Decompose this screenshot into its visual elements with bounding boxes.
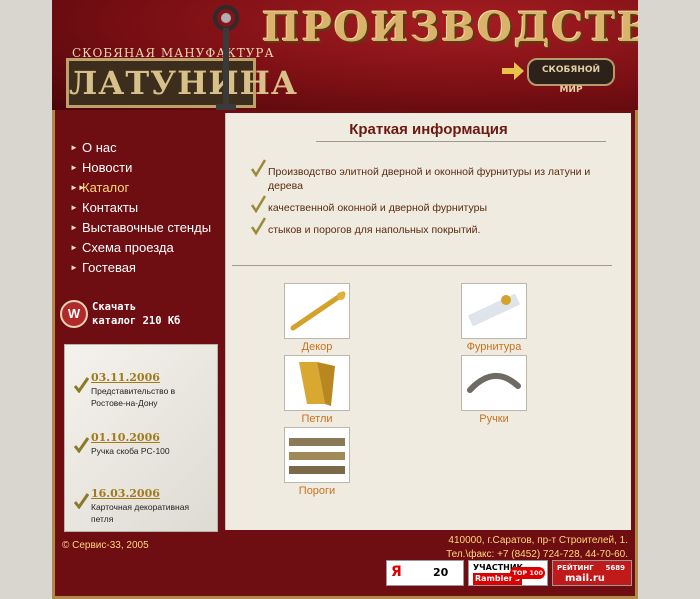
nav-item-label: Схема проезда [82, 240, 174, 255]
mailru-brand: mail.ru [565, 573, 605, 584]
nav-item-guestbook[interactable]: ► Гостевая [66, 258, 216, 278]
site-header: ПРОИЗВОДСТВО СКОБЯНАЯ МАНУФАКТУРА ЛАТУНИ… [52, 0, 638, 110]
mailru-counter[interactable]: РЕЙТИНГ 5689 mail.ru [552, 560, 632, 586]
bullet-icon: ► [70, 223, 78, 232]
yandex-logo-icon: Я [391, 564, 402, 580]
category-link-thresholds[interactable]: Пороги [267, 485, 367, 497]
key-icon [213, 5, 239, 110]
main-nav: ► О нас ► Новости ►► Каталог ► Контакты ► Выс… [66, 138, 216, 278]
nav-item-news[interactable]: ► Новости [66, 158, 216, 178]
news-panel: 03.11.2006 Представительство в Ростове-н… [64, 344, 218, 532]
furnitura-thumbnail[interactable] [461, 283, 527, 339]
bullet-icon: ► [70, 143, 78, 152]
hinge-icon [299, 362, 335, 406]
checkmark-icon [73, 377, 89, 393]
bullet-icon: ► [70, 203, 78, 212]
bullet-icon: ► [70, 163, 78, 172]
nav-item-label: Контакты [82, 200, 139, 215]
furnitura-handle-icon [467, 293, 521, 327]
nav-item-label: Выставочные стенды [82, 220, 212, 235]
info-item: Производство элитной дверной и оконной ф… [250, 159, 612, 193]
decor-thumbnail[interactable] [284, 283, 350, 339]
info-list: Производство элитной дверной и оконной ф… [250, 159, 612, 245]
nav-item-catalog[interactable]: ►► Каталог [66, 178, 216, 198]
download-text: Скачать каталог 210 Кб [92, 300, 181, 328]
category-link-furnitura[interactable]: Фурнитура [444, 341, 544, 353]
address: 410000, г.Саратов, пр-т Строителей, 1. [448, 535, 628, 546]
checkmark-icon [250, 195, 266, 213]
checkmark-icon [250, 159, 266, 177]
nav-item-label: Каталог [82, 180, 130, 195]
rambler-counter[interactable]: УЧАСТНИК Rambler's TOP 100 [468, 560, 548, 586]
decor-handle-icon [290, 291, 346, 331]
handles-thumbnail[interactable] [461, 355, 527, 411]
category-link-hinges[interactable]: Петли [267, 413, 367, 425]
news-desc: Ручка скоба РС-100 [91, 446, 170, 456]
info-item: стыков и порогов для напольных покрытий. [250, 217, 612, 237]
news-item: 01.10.2006 Ручка скоба РС-100 [73, 431, 213, 481]
nav-item-label: Гостевая [82, 260, 136, 275]
news-desc: Представительство в Ростове-на-Дону [91, 386, 176, 408]
download-line2: каталог 210 Кб [92, 315, 181, 327]
nav-item-directions[interactable]: ► Схема проезда [66, 238, 216, 258]
divider [232, 265, 612, 266]
yandex-counter[interactable]: Я 20 [386, 560, 464, 586]
news-date-link[interactable]: 03.11.2006 [91, 371, 160, 384]
info-text: стыков и порогов для напольных покрытий. [268, 224, 481, 236]
bullet-icon: ► [70, 263, 78, 272]
contact-info: 410000, г.Саратов, пр-т Строителей, 1. Т… [446, 534, 628, 562]
nav-item-label: О нас [82, 140, 117, 155]
checkmark-icon [73, 493, 89, 509]
bullet-icon: ► [70, 243, 78, 252]
content-heading: Краткая информация [349, 121, 508, 138]
nav-item-contacts[interactable]: ► Контакты [66, 198, 216, 218]
copyright: © Сервис-33, 2005 [62, 540, 149, 551]
rambler-top: TOP 100 [510, 567, 545, 579]
news-date-link[interactable]: 16.03.2006 [91, 487, 160, 500]
checkmark-icon [250, 217, 266, 235]
news-item: 03.11.2006 Представительство в Ростове-н… [73, 371, 213, 421]
news-desc: Карточная декоративная петля [91, 502, 190, 524]
nav-item-label: Новости [82, 160, 133, 175]
info-text: качественной оконной и дверной фурнитуры [268, 202, 488, 214]
divider [316, 141, 606, 142]
skobyanoy-mir-badge[interactable]: СКОБЯНОЙ МИР [527, 58, 615, 95]
threshold-strip-icon [289, 438, 345, 474]
nav-item-about[interactable]: ► О нас [66, 138, 216, 158]
news-item: 16.03.2006 Карточная декоративная петля [73, 487, 213, 527]
catalog-download-icon: W [60, 300, 88, 328]
news-date-link[interactable]: 01.10.2006 [91, 431, 160, 444]
download-line1: Скачать [92, 301, 137, 313]
hinges-thumbnail[interactable] [284, 355, 350, 411]
thresholds-thumbnail[interactable] [284, 427, 350, 483]
yandex-count: 20 [433, 566, 449, 579]
mailru-num: 5689 [605, 564, 625, 572]
pull-handle-icon [467, 373, 521, 393]
header-title: ПРОИЗВОДСТВО [262, 4, 638, 51]
category-link-decor[interactable]: Декор [267, 341, 367, 353]
info-text: Производство элитной дверной и оконной ф… [268, 166, 591, 192]
bullet-icon: ►► [70, 183, 86, 192]
arrow-icon [502, 62, 524, 80]
category-link-handles[interactable]: Ручки [444, 413, 544, 425]
info-item: качественной оконной и дверной фурнитуры [250, 195, 612, 215]
nav-item-exhibitions[interactable]: ► Выставочные стенды [66, 218, 216, 238]
checkmark-icon [73, 437, 89, 453]
download-catalog-link[interactable]: W Скачать каталог 210 Кб [58, 298, 218, 332]
content-panel: Краткая информация Производство элитной … [225, 113, 631, 530]
